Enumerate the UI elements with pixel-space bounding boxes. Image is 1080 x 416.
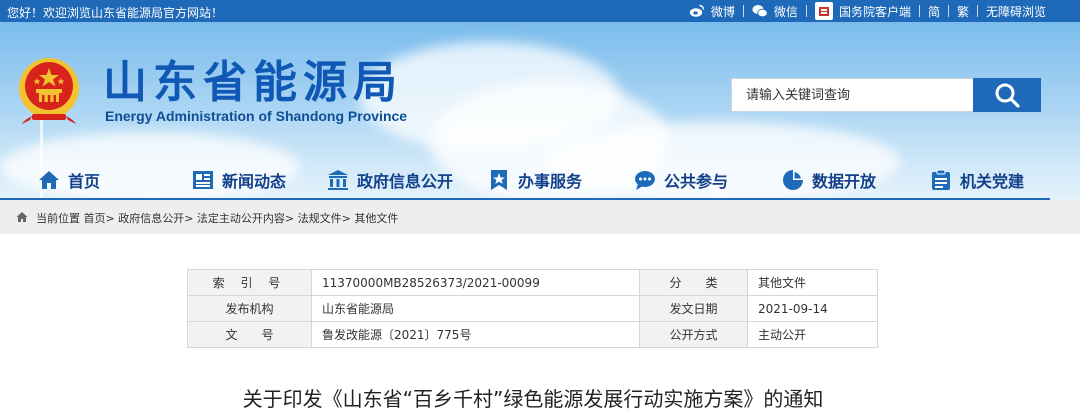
nav-item-party-building[interactable]: 机关党建 (930, 160, 1024, 200)
publisher-value: 山东省能源局 (311, 295, 640, 322)
accessibility-link[interactable]: 无障碍浏览 (978, 3, 1054, 20)
table-row: 发布机构 山东省能源局 发文日期 2021-09-14 (187, 295, 878, 322)
weibo-icon (689, 4, 705, 17)
nav-item-label: 新闻动态 (222, 172, 287, 191)
breadcrumb: 当前位置 首页> 政府信息公开> 法定主动公开内容> 法规文件> 其他文件 (0, 200, 1080, 234)
article-title: 关于印发《山东省“百乡千村”绿色能源发展行动实施方案》的通知 (242, 387, 824, 411)
publisher-label: 发布机构 (187, 295, 312, 322)
breadcrumb-label: 当前位置 (36, 212, 80, 225)
bookmark-star-icon (491, 170, 507, 190)
welcome-text: 您好！欢迎浏览山东省能源局官方网站！ (7, 6, 224, 20)
clipboard-icon (932, 169, 950, 190)
nav-item-gov-info[interactable]: 政府信息公开 (327, 160, 453, 200)
issue-date-value: 2021-09-14 (747, 295, 878, 322)
national-emblem-icon (19, 58, 79, 124)
category-label: 分 类 (639, 269, 748, 296)
disclosure-method-value: 主动公开 (747, 321, 878, 348)
newspaper-icon (193, 171, 213, 189)
simplified-chinese-link[interactable]: 简 (920, 3, 948, 20)
index-number-value: 11370000MB28526373/2021-00099 (311, 269, 640, 296)
issue-date-label: 发文日期 (639, 295, 748, 322)
nav-item-label: 机关党建 (960, 172, 1025, 191)
index-number-label: 索 引 号 (187, 269, 312, 296)
search-input[interactable] (731, 78, 973, 112)
pie-chart-icon (783, 170, 803, 190)
document-number-value: 鲁发改能源〔2021〕775号 (311, 321, 640, 348)
state-council-app-icon (814, 2, 833, 20)
document-info-table: 索 引 号 11370000MB28526373/2021-00099 分 类 … (187, 269, 878, 348)
wechat-icon (752, 5, 768, 18)
table-row: 索 引 号 11370000MB28526373/2021-00099 分 类 … (187, 269, 878, 296)
nav-item-services[interactable]: 办事服务 (488, 160, 582, 200)
nav-item-label: 办事服务 (518, 172, 583, 191)
nav-item-label: 数据开放 (812, 172, 877, 191)
traditional-chinese-label: 繁 (956, 4, 969, 19)
government-building-icon (328, 170, 348, 190)
weibo-label: 微博 (710, 4, 735, 19)
home-icon (16, 212, 28, 222)
site-subtitle: Energy Administration of Shandong Provin… (105, 108, 408, 124)
wechat-label: 微信 (773, 4, 798, 19)
home-icon (39, 171, 59, 189)
breadcrumb-text: 当前位置 首页> 政府信息公开> 法定主动公开内容> 法规文件> 其他文件 (36, 210, 398, 226)
main-navigation: 首页 新闻动态 政府信息公开 办事服务 公共参与 数据开放 机关党建 (0, 160, 1080, 200)
site-header: 山东省能源局 Energy Administration of Shandong… (0, 22, 1080, 200)
search-icon (995, 83, 1020, 108)
nav-item-home[interactable]: 首页 (38, 160, 100, 200)
nav-item-label: 公共参与 (664, 172, 729, 191)
state-council-app-link[interactable]: 国务院客户端 (807, 2, 919, 20)
state-council-app-label: 国务院客户端 (838, 4, 911, 19)
simplified-chinese-label: 简 (927, 4, 940, 19)
nav-item-news[interactable]: 新闻动态 (192, 160, 286, 200)
weibo-link[interactable]: 微博 (681, 3, 743, 20)
chat-bubble-icon (635, 171, 655, 190)
accessibility-label: 无障碍浏览 (985, 4, 1046, 19)
nav-item-participation[interactable]: 公共参与 (634, 160, 728, 200)
top-utility-bar: 您好！欢迎浏览山东省能源局官方网站！ 微博 微信 国务院客户端 简 繁 无障碍浏… (0, 0, 1080, 22)
document-number-label: 文 号 (187, 321, 312, 348)
table-row: 文 号 鲁发改能源〔2021〕775号 公开方式 主动公开 (187, 321, 878, 348)
nav-item-open-data[interactable]: 数据开放 (782, 160, 876, 200)
disclosure-method-label: 公开方式 (639, 321, 748, 348)
traditional-chinese-link[interactable]: 繁 (949, 3, 977, 20)
category-value: 其他文件 (747, 269, 878, 296)
breadcrumb-path[interactable]: 首页> 政府信息公开> 法定主动公开内容> 法规文件> 其他文件 (84, 212, 399, 225)
search-button[interactable] (973, 78, 1041, 112)
wechat-link[interactable]: 微信 (744, 3, 806, 20)
utility-links: 微博 微信 国务院客户端 简 繁 无障碍浏览 (681, 0, 1054, 22)
nav-item-label: 首页 (68, 172, 101, 191)
nav-item-label: 政府信息公开 (357, 172, 454, 191)
site-title: 山东省能源局 (103, 57, 403, 108)
